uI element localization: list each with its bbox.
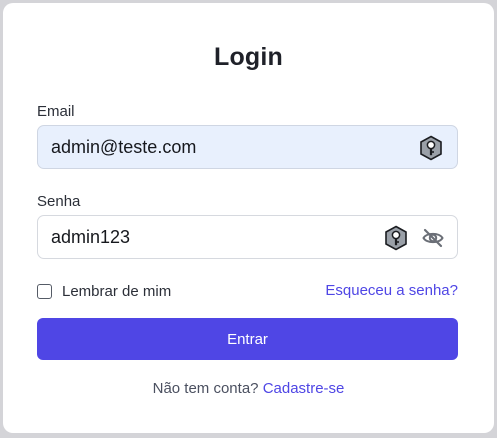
remember-checkbox[interactable] (37, 283, 52, 299)
login-card: Login Email admin@teste.com Senha admin1… (3, 3, 494, 433)
remember-me[interactable]: Lembrar de mim (37, 281, 171, 301)
signup-prompt: Não tem conta? Cadastre-se (3, 380, 494, 397)
password-value[interactable]: admin123 (51, 216, 130, 258)
eye-slash-icon[interactable] (421, 226, 445, 250)
email-value[interactable]: admin@teste.com (51, 126, 196, 168)
forgot-password-link[interactable]: Esqueceu a senha? (325, 282, 458, 299)
remember-label[interactable]: Lembrar de mim (62, 283, 171, 300)
email-label: Email (37, 103, 75, 120)
email-field[interactable]: admin@teste.com (37, 125, 458, 169)
key-hexagon-icon[interactable] (383, 225, 409, 251)
key-hexagon-icon[interactable] (418, 135, 444, 161)
password-field[interactable]: admin123 (37, 215, 458, 259)
password-label: Senha (37, 193, 81, 210)
signup-link[interactable]: Cadastre-se (263, 380, 345, 397)
signup-prompt-text: Não tem conta? (152, 380, 259, 397)
page-title: Login (213, 43, 284, 71)
submit-button[interactable]: Entrar (37, 318, 458, 360)
